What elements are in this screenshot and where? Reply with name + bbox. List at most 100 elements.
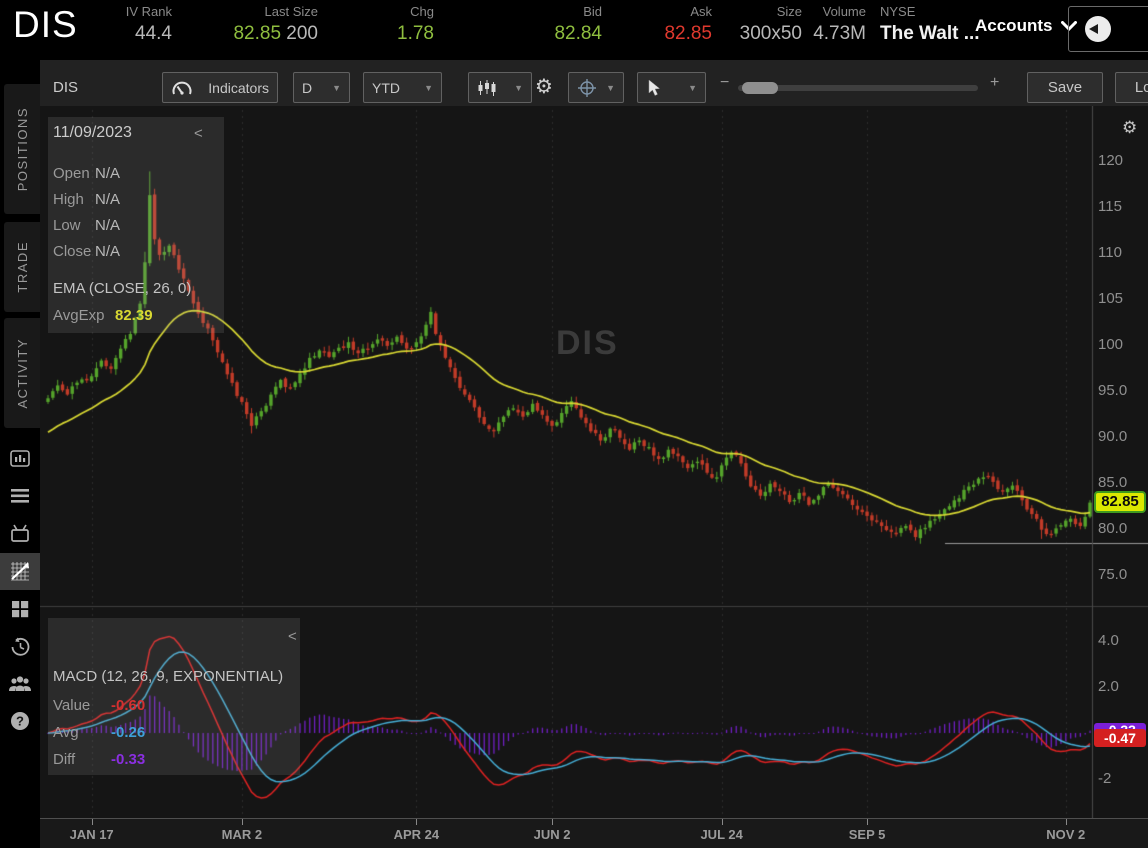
stat-value: 4.73M — [706, 22, 866, 46]
stat-value: 44.4 — [12, 22, 172, 46]
macd-row-label: Diff — [53, 751, 75, 768]
ohlc-value: N/A — [95, 243, 120, 260]
price-tick-label: 105 — [1098, 290, 1146, 307]
sidebar-tab-trade[interactable]: TRADE — [4, 222, 40, 312]
ohlc-value: N/A — [95, 191, 120, 208]
sidebar-tab-label: POSITIONS — [15, 107, 30, 191]
sidebar-tab-label: TRADE — [15, 241, 30, 293]
period-dropdown[interactable]: D ▼ — [293, 72, 350, 103]
price-tick-label: 95.0 — [1098, 382, 1146, 399]
axis-settings-gear-icon[interactable]: ⚙ — [1122, 118, 1137, 138]
collapse-overlay-button[interactable]: < — [194, 125, 203, 142]
price-tick-label: 100 — [1098, 336, 1146, 353]
price-tick-label: 120 — [1098, 152, 1146, 169]
stat-label: Chg — [274, 5, 434, 19]
time-tick-label: JUN 2 — [534, 827, 571, 842]
crosshair-dropdown[interactable]: ▼ — [568, 72, 624, 103]
accounts-label: Accounts — [975, 16, 1052, 36]
time-tick — [416, 819, 417, 825]
macd-tick-label: 2.0 — [1098, 678, 1146, 695]
stat-iv-rank: IV Rank 44.4 — [12, 5, 172, 46]
stat-chg: Chg 1.78 — [274, 5, 434, 46]
crosshair-icon — [577, 78, 597, 98]
time-tick — [92, 819, 93, 825]
range-dropdown[interactable]: YTD ▼ — [363, 72, 442, 103]
social-icon[interactable] — [0, 665, 40, 702]
help-icon[interactable]: ? — [0, 703, 40, 740]
caret-down-icon: ▼ — [688, 83, 697, 93]
stat-label: Volume — [706, 5, 866, 19]
chart-type-dropdown[interactable]: ▼ — [468, 72, 532, 103]
zoom-slider-handle[interactable] — [742, 82, 778, 94]
time-tick — [552, 819, 553, 825]
tv-icon[interactable] — [0, 515, 40, 552]
macd-row-value: -0.33 — [111, 751, 145, 768]
price-tick-label: 75.0 — [1098, 566, 1146, 583]
time-tick-label: SEP 5 — [849, 827, 886, 842]
toolbar-symbol: DIS — [53, 79, 78, 96]
chart-module: DIS Indicators D ▼ YTD ▼ — [40, 60, 1148, 848]
ohlc-row-high: HighN/A — [53, 191, 84, 208]
profile-button[interactable] — [1068, 6, 1148, 52]
macd-tick-label: 4.0 — [1098, 632, 1146, 649]
time-tick-label: JUL 24 — [700, 827, 742, 842]
macd-value-badge: -0.47 — [1094, 729, 1146, 747]
ema-study-title: EMA (CLOSE, 26, 0) — [53, 280, 191, 297]
ohlc-value: N/A — [95, 165, 120, 182]
gauge-icon — [171, 79, 193, 97]
time-tick-label: NOV 2 — [1046, 827, 1085, 842]
ema-value-row: AvgExp 82.39 — [53, 307, 104, 324]
svg-text:?: ? — [16, 714, 24, 729]
history-icon[interactable] — [0, 628, 40, 665]
time-tick — [867, 819, 868, 825]
stat-label: IV Rank — [12, 5, 172, 19]
indicators-button[interactable]: Indicators — [162, 72, 278, 103]
chart-settings-gear-icon[interactable]: ⚙ — [535, 73, 553, 101]
grid-icon[interactable] — [0, 590, 40, 627]
ohlc-label: Open — [53, 165, 90, 182]
collapse-overlay-button[interactable]: < — [288, 628, 297, 645]
macd-study-title: MACD (12, 26, 9, EXPONENTIAL) — [53, 668, 283, 685]
indicators-label: Indicators — [208, 80, 269, 96]
watchlist-icon[interactable] — [0, 478, 40, 515]
accounts-menu[interactable]: Accounts — [975, 16, 1077, 36]
price-tick-label: 110 — [1098, 244, 1146, 261]
sidebar-tab-positions[interactable]: POSITIONS — [4, 84, 40, 214]
ema-value: 82.39 — [115, 307, 153, 324]
caret-down-icon: ▼ — [606, 83, 615, 93]
left-sidebar: POSITIONS TRADE ACTIVITY ? — [0, 60, 40, 848]
ema-value-label: AvgExp — [53, 307, 104, 324]
time-axis[interactable]: JAN 17MAR 2APR 24JUN 2JUL 24SEP 5NOV 2 — [40, 818, 1148, 848]
chart-icon[interactable] — [0, 553, 40, 590]
ohlc-label: High — [53, 191, 84, 208]
chart-area: DIS ⚙ 12011511010510095.090.085.080.075.… — [40, 106, 1148, 848]
crosshair-date: 11/09/2023 — [53, 124, 132, 142]
macd-row-diff: Diff-0.33 — [53, 751, 75, 768]
zoom-out-button[interactable]: − — [720, 74, 729, 92]
avatar-icon — [1085, 16, 1111, 42]
time-tick — [242, 819, 243, 825]
save-button[interactable]: Save — [1027, 72, 1103, 103]
ohlc-row-close: CloseN/A — [53, 243, 91, 260]
macd-row-value: -0.60 — [111, 697, 145, 714]
period-value: D — [302, 80, 312, 96]
stat-label: NYSE — [880, 5, 980, 19]
stat-value: 1.78 — [274, 22, 434, 46]
ohlc-row-low: LowN/A — [53, 217, 81, 234]
cursor-tool-dropdown[interactable]: ▼ — [637, 72, 706, 103]
last-price-badge: 82.85 — [1094, 491, 1146, 513]
price-tick-label: 85.0 — [1098, 474, 1146, 491]
time-tick — [1066, 819, 1067, 825]
zoom-in-button[interactable]: + — [990, 74, 999, 92]
ohlc-value: N/A — [95, 217, 120, 234]
range-value: YTD — [372, 80, 400, 96]
stat-volume: Volume 4.73M — [706, 5, 866, 46]
stat-nyse: NYSEThe Walt ... — [880, 5, 980, 46]
macd-row-value: -0.26 — [111, 724, 145, 741]
ohlc-label: Low — [53, 217, 81, 234]
load-button[interactable]: Load — [1115, 72, 1148, 103]
sidebar-tab-activity[interactable]: ACTIVITY — [4, 318, 40, 428]
quote-board-icon[interactable] — [0, 440, 40, 477]
caret-down-icon: ▼ — [332, 83, 341, 93]
macd-row-label: Avg — [53, 724, 79, 741]
